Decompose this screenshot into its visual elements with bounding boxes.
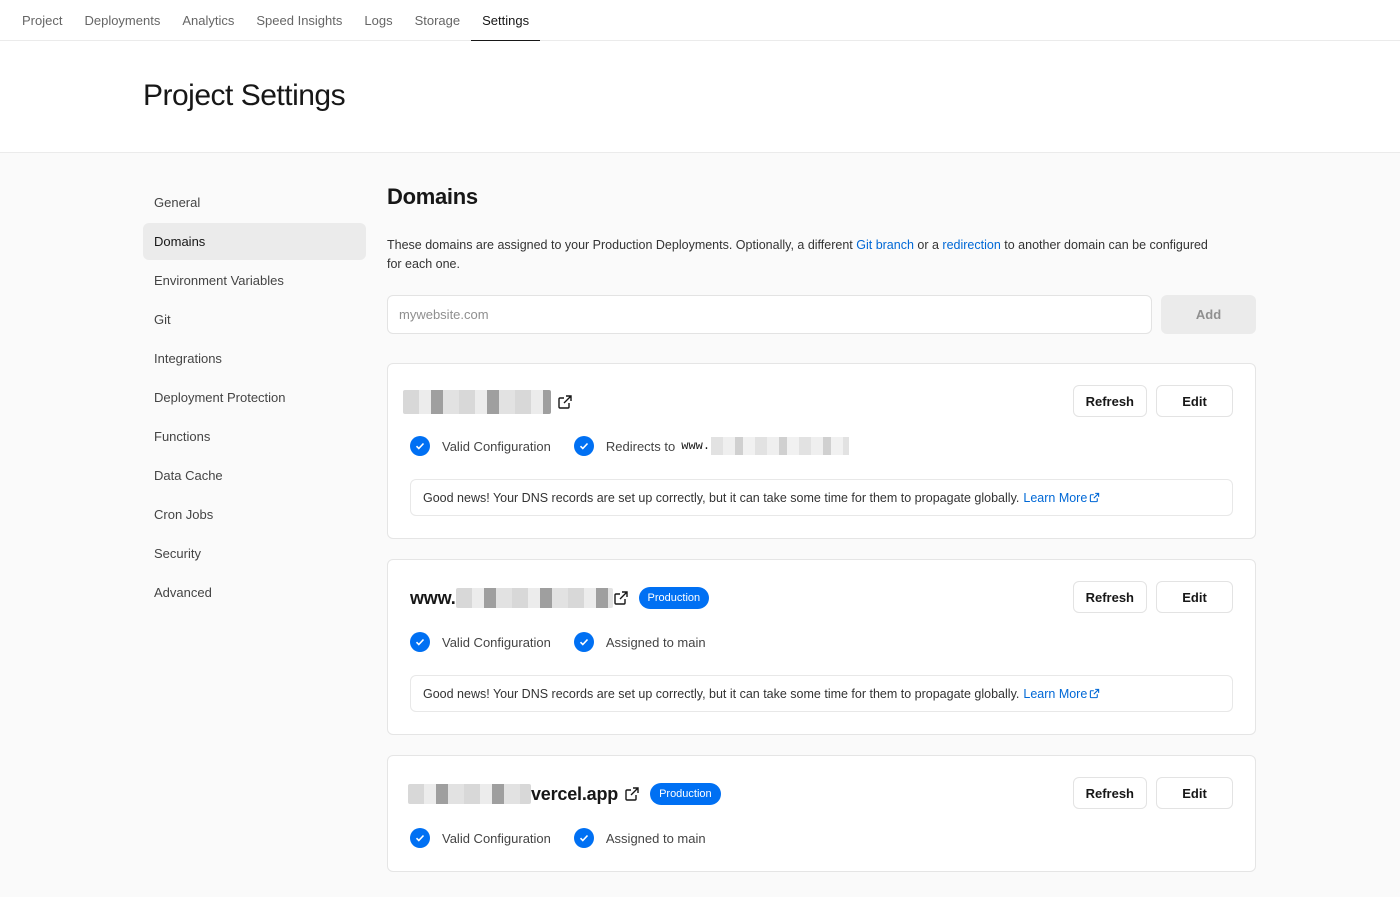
domains-section: Domains These domains are assigned to yo…	[387, 184, 1256, 334]
production-badge: Production	[650, 783, 721, 805]
note-text: Good news! Your DNS records are set up c…	[423, 490, 1020, 505]
check-circle-icon	[573, 828, 594, 848]
status-assigned: Assigned to main	[573, 828, 706, 848]
redirection-link[interactable]: redirection	[942, 238, 1000, 252]
dns-note: Good news! Your DNS records are set up c…	[410, 675, 1233, 712]
edit-button[interactable]: Edit	[1156, 581, 1233, 613]
external-link-icon	[1090, 688, 1100, 699]
status-redirect: Redirects to www.	[573, 436, 850, 456]
sidebar-item-integrations[interactable]: Integrations	[143, 340, 366, 377]
learn-more-link[interactable]: Learn More	[1023, 491, 1100, 505]
status-row: Valid Configuration Redirects to www.	[410, 434, 872, 458]
edit-button[interactable]: Edit	[1156, 385, 1233, 417]
redirect-target: www.	[681, 439, 711, 453]
check-circle-icon	[410, 436, 430, 456]
domain-suffix: vercel.app	[531, 783, 619, 804]
status-label: Valid Configuration	[442, 634, 551, 650]
status-label: Assigned to main	[605, 634, 706, 650]
status-label: Redirects to	[605, 438, 676, 454]
domain-card: www. Production Refresh Edit Valid Confi…	[387, 559, 1256, 735]
note-text: Good news! Your DNS records are set up c…	[423, 686, 1020, 701]
refresh-button[interactable]: Refresh	[1072, 777, 1147, 809]
status-label: Valid Configuration	[442, 438, 551, 454]
tab-deployments[interactable]: Deployments	[73, 0, 171, 41]
learn-more-label: Learn More	[1023, 686, 1088, 701]
tab-analytics[interactable]: Analytics	[171, 0, 245, 41]
check-circle-icon	[410, 632, 430, 652]
sidebar-item-domains[interactable]: Domains	[143, 223, 366, 260]
refresh-button[interactable]: Refresh	[1072, 581, 1147, 613]
production-badge: Production	[638, 587, 710, 609]
external-link-icon[interactable]	[557, 394, 573, 410]
section-description: These domains are assigned to your Produ…	[387, 236, 1217, 274]
edit-button[interactable]: Edit	[1156, 777, 1233, 809]
card-actions: Refresh Edit	[1072, 581, 1233, 613]
redacted-redirect-target	[711, 437, 850, 455]
learn-more-label: Learn More	[1023, 490, 1088, 505]
page-title: Project Settings	[143, 79, 346, 112]
tab-logs[interactable]: Logs	[353, 0, 403, 41]
top-navigation: Project Deployments Analytics Speed Insi…	[0, 0, 1400, 42]
domain-name-row	[403, 364, 573, 440]
add-domain-row: Add	[387, 295, 1256, 334]
status-label: Valid Configuration	[442, 830, 551, 846]
sidebar-item-git[interactable]: Git	[143, 301, 366, 338]
domain-name-row: www. Production	[410, 560, 710, 636]
settings-sidebar: General Domains Environment Variables Gi…	[143, 184, 366, 613]
status-row: Valid Configuration Assigned to main	[410, 826, 729, 850]
sidebar-item-cron-jobs[interactable]: Cron Jobs	[143, 496, 366, 533]
check-circle-icon	[573, 436, 594, 456]
description-text: or a	[913, 238, 943, 252]
sidebar-item-functions[interactable]: Functions	[143, 418, 366, 455]
tab-storage[interactable]: Storage	[404, 0, 472, 41]
tab-project[interactable]: Project	[11, 0, 73, 41]
learn-more-link[interactable]: Learn More	[1023, 687, 1100, 701]
card-actions: Refresh Edit	[1072, 777, 1233, 809]
domain-input[interactable]	[387, 295, 1152, 334]
sidebar-item-deployment-protection[interactable]: Deployment Protection	[143, 379, 366, 416]
tab-speed-insights[interactable]: Speed Insights	[245, 0, 353, 41]
domain-prefix: www.	[410, 587, 456, 608]
sidebar-item-data-cache[interactable]: Data Cache	[143, 457, 366, 494]
domain-card: vercel.app Production Refresh Edit Valid…	[387, 755, 1256, 872]
status-valid: Valid Configuration	[410, 828, 551, 848]
git-branch-link[interactable]: Git branch	[856, 238, 914, 252]
description-text: These domains are assigned to your Produ…	[387, 238, 857, 252]
sidebar-item-security[interactable]: Security	[143, 535, 366, 572]
status-label: Assigned to main	[605, 830, 706, 846]
check-circle-icon	[410, 828, 430, 848]
domain-name-row: vercel.app Production	[408, 756, 721, 832]
status-assigned: Assigned to main	[573, 632, 706, 652]
page-header: Project Settings	[0, 41, 1400, 153]
external-link-icon	[1090, 492, 1100, 503]
status-valid: Valid Configuration	[410, 632, 551, 652]
check-circle-icon	[573, 632, 594, 652]
section-title: Domains	[387, 184, 478, 209]
tab-settings[interactable]: Settings	[471, 0, 541, 42]
add-domain-button[interactable]: Add	[1161, 295, 1256, 334]
external-link-icon[interactable]	[613, 590, 629, 606]
sidebar-item-general[interactable]: General	[143, 184, 366, 221]
redacted-domain	[455, 588, 613, 608]
redacted-domain	[403, 390, 551, 414]
card-actions: Refresh Edit	[1072, 385, 1233, 417]
sidebar-item-environment-variables[interactable]: Environment Variables	[143, 262, 366, 299]
redacted-domain	[408, 784, 531, 804]
status-valid: Valid Configuration	[410, 436, 551, 456]
dns-note: Good news! Your DNS records are set up c…	[410, 479, 1233, 516]
status-row: Valid Configuration Assigned to main	[410, 630, 729, 654]
sidebar-item-advanced[interactable]: Advanced	[143, 574, 366, 611]
external-link-icon[interactable]	[624, 786, 640, 802]
refresh-button[interactable]: Refresh	[1072, 385, 1147, 417]
domain-card: Refresh Edit Valid Configuration Redirec…	[387, 363, 1256, 539]
